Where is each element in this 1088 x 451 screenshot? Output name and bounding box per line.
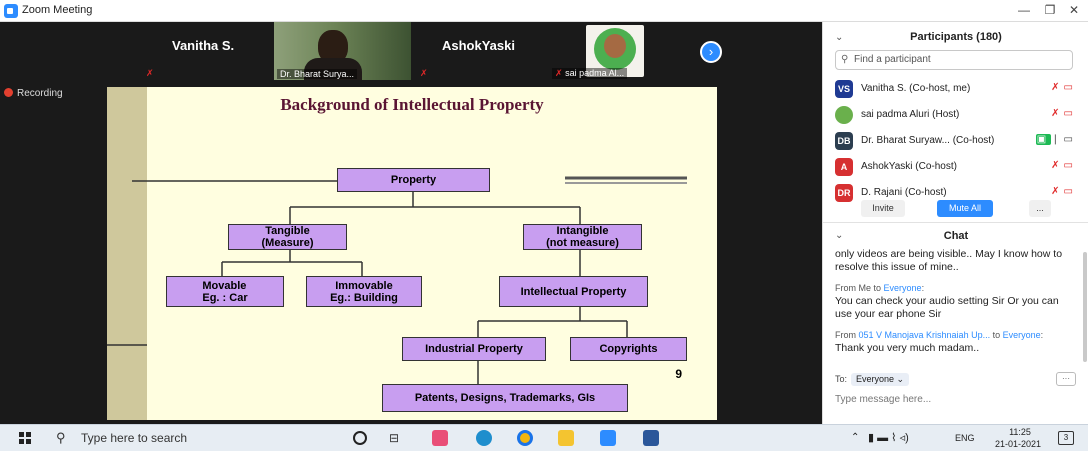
participant-row[interactable]: A AshokYaski (Co-host) ✗▭ (835, 156, 1077, 178)
window-titlebar: Zoom Meeting — ❐ ✕ (0, 0, 1088, 22)
zoom-logo-icon (4, 4, 18, 18)
muted-mic-video-off-icon: ✗▭ (1051, 82, 1077, 93)
taskbar-search-placeholder: Type here to search (81, 431, 188, 445)
participant-name: D. Rajani (Co-host) (861, 187, 947, 198)
file-explorer-icon[interactable] (558, 430, 574, 446)
node-industrial-property: Industrial Property (402, 337, 546, 361)
chat-input[interactable]: Type message here... (835, 394, 931, 405)
avatar: DR (835, 184, 853, 202)
tray-app-icons[interactable]: ▮ ▬ ⌇ ◃) (868, 431, 909, 444)
close-button[interactable]: ✕ (1064, 2, 1084, 18)
word-icon[interactable] (643, 430, 659, 446)
chat-recipient: To: Everyone ⌄ (835, 373, 910, 386)
chat-message: Thank you very much madam.. (835, 342, 980, 354)
chat-scrollbar[interactable] (1083, 252, 1087, 362)
muted-mic-video-off-icon: ✗▭ (1051, 186, 1077, 197)
more-options-button[interactable]: ... (1029, 200, 1051, 217)
window-title: Zoom Meeting (22, 4, 93, 16)
windows-start-icon[interactable] (19, 432, 31, 444)
side-panel: ⌄ Participants (180) ⚲ Find a participan… (822, 22, 1088, 424)
node-copyrights: Copyrights (570, 337, 687, 361)
mic-video-icon: ▣❘▭ (1035, 134, 1077, 145)
meeting-area: Vanitha S. ✗ Dr. Bharat Surya... AshokYa… (0, 22, 822, 424)
participant-search-input[interactable]: ⚲ Find a participant (835, 50, 1073, 70)
taskbar-search-box[interactable]: ⚲ Type here to search (44, 428, 338, 448)
node-intellectual-property: Intellectual Property (499, 276, 648, 307)
minimize-button[interactable]: — (1014, 2, 1034, 18)
cortana-icon[interactable] (353, 431, 367, 445)
recipient-dropdown[interactable]: Everyone ⌄ (851, 373, 910, 386)
participant-tile-name: Vanitha S. (172, 38, 235, 53)
shared-slide: Background of Intellectual Property Prop… (107, 87, 717, 420)
node-immovable: Immovable Eg.: Building (306, 276, 422, 307)
participant-video-bharat[interactable]: Dr. Bharat Surya... (274, 22, 411, 80)
edge-icon[interactable] (476, 430, 492, 446)
chat-message: You can check your audio setting Sir Or … (835, 295, 1059, 320)
participant-video-name: Dr. Bharat Surya... (277, 69, 358, 79)
muted-mic-icon: ✗ (146, 68, 154, 78)
node-movable: Movable Eg. : Car (166, 276, 284, 307)
zoom-taskbar-icon[interactable] (600, 430, 616, 446)
node-tangible: Tangible (Measure) (228, 224, 347, 250)
notification-center-icon[interactable]: 3 (1058, 431, 1074, 445)
avatar: A (835, 158, 853, 176)
participant-row[interactable]: sai padma Aluri (Host) ✗▭ (835, 104, 1077, 126)
slide-page-number: 9 (675, 367, 682, 381)
chat-message: only videos are being visible.. May I kn… (835, 248, 1063, 273)
participant-row[interactable]: VS Vanitha S. (Co-host, me) ✗▭ (835, 78, 1077, 100)
avatar: VS (835, 80, 853, 98)
system-tray: ⌃ ▮ ▬ ⌇ ◃) ENG 11:25 21-01-2021 3 (843, 425, 1088, 451)
search-placeholder: Find a participant (854, 54, 931, 65)
recording-label: Recording (17, 88, 63, 99)
task-view-icon[interactable]: ⊟ (389, 430, 405, 446)
node-intangible: Intangible (not measure) (523, 224, 642, 250)
muted-mic-icon: ✗ (420, 68, 428, 78)
participant-name: AshokYaski (Co-host) (861, 161, 957, 172)
muted-mic-video-off-icon: ✗▭ (1051, 160, 1077, 171)
participant-name: sai padma Aluri (Host) (861, 109, 960, 120)
search-icon: ⚲ (841, 54, 849, 65)
participant-tile-name: AshokYaski (442, 38, 515, 53)
video-thumbnail-strip: Vanitha S. ✗ Dr. Bharat Surya... AshokYa… (0, 22, 822, 84)
participant-name: Dr. Bharat Suryaw... (Co-host) (861, 135, 995, 146)
participants-header: Participants (180) (910, 31, 1002, 43)
node-property: Property (337, 168, 490, 192)
divider (823, 222, 1088, 223)
participant-tile-vanitha[interactable]: Vanitha S. ✗ (138, 22, 273, 80)
participant-video-saipadma[interactable]: ✗ sai padma Al... (548, 22, 684, 80)
chat-messages: only videos are being visible.. May I kn… (835, 248, 1075, 355)
participant-name: Vanitha S. (Co-host, me) (861, 83, 971, 94)
app-icon-pinned[interactable] (432, 430, 448, 446)
tray-overflow-chevron-icon[interactable]: ⌃ (851, 432, 859, 443)
node-patents: Patents, Designs, Trademarks, GIs (382, 384, 628, 412)
chat-header: Chat (943, 230, 969, 242)
mute-all-button[interactable]: Mute All (937, 200, 993, 217)
recording-indicator: Recording (4, 88, 63, 99)
muted-mic-video-off-icon: ✗▭ (1051, 108, 1077, 119)
tree-connectors (107, 176, 687, 384)
next-page-arrow-icon[interactable]: › (700, 41, 722, 63)
avatar: DB (835, 132, 853, 150)
chrome-icon[interactable] (517, 430, 533, 446)
chat-message-meta: From Me to Everyone: (835, 283, 925, 293)
clock-date[interactable]: 21-01-2021 (983, 439, 1053, 449)
language-indicator[interactable]: ENG (955, 433, 975, 443)
chat-more-icon[interactable]: ··· (1056, 372, 1076, 386)
participant-tile-ashok[interactable]: AshokYaski ✗ (412, 22, 547, 80)
participant-row[interactable]: DB Dr. Bharat Suryaw... (Co-host) ▣❘▭ (835, 130, 1077, 152)
chat-message-meta: From 051 V Manojava Krishnaiah Up... to … (835, 330, 1044, 340)
maximize-button[interactable]: ❐ (1040, 2, 1060, 18)
invite-button[interactable]: Invite (861, 200, 905, 217)
search-icon: ⚲ (56, 430, 66, 445)
windows-taskbar: ⚲ Type here to search ⊟ ⌃ ▮ ▬ ⌇ ◃) ENG 1… (0, 424, 1088, 451)
recording-dot-icon (4, 88, 13, 97)
avatar (835, 106, 853, 124)
clock-time[interactable]: 11:25 (995, 427, 1045, 437)
participant-video-name: ✗ sai padma Al... (552, 68, 628, 79)
